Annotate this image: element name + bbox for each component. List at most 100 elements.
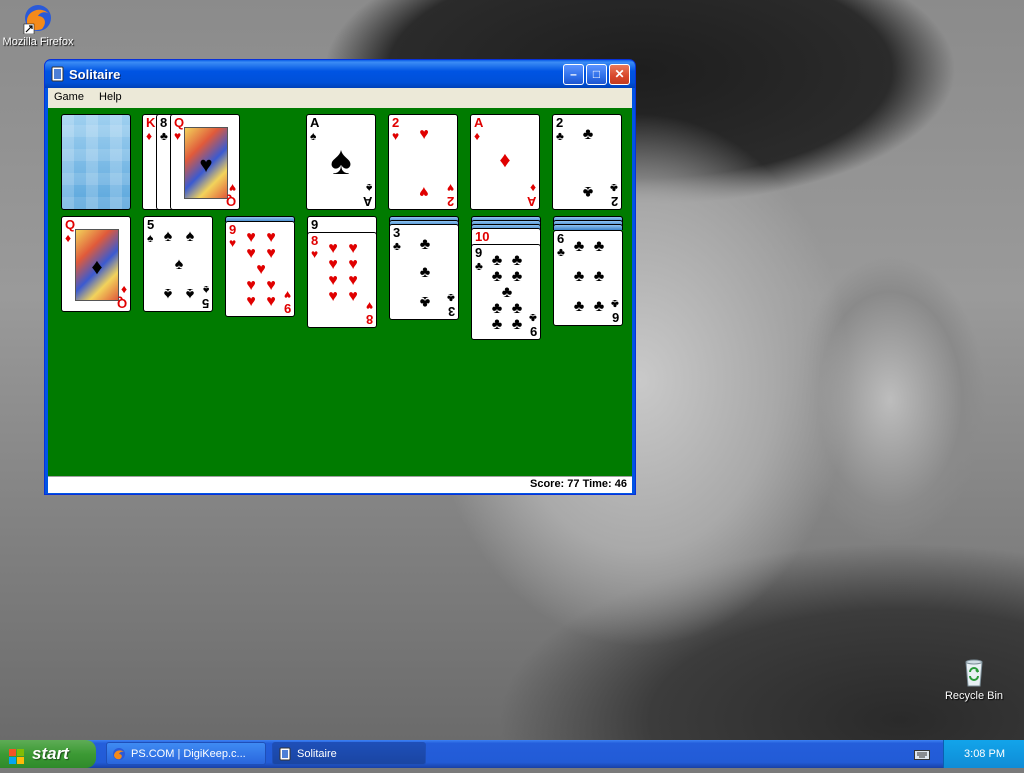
card-suit: ♦ [65, 231, 72, 245]
card-pips: ♠ ♠ ♠ ♠ ♠ [163, 228, 195, 303]
spade-pip-icon: ♠ [330, 139, 352, 183]
card-rank: K [146, 115, 156, 130]
card-rank-bottom: A [362, 194, 372, 209]
desktop-icon-label: Mozilla Firefox [2, 36, 74, 48]
system-tray: 3:08 PM [943, 740, 1024, 768]
card-suit: ♣ [160, 129, 168, 143]
card-rank: 6 [557, 231, 565, 246]
tableau-2-five-spades[interactable]: 5 ♠ ♠ ♠ ♠ ♠ ♠ 5 ♠ [143, 216, 213, 312]
card-rank-bottom: 2 [446, 194, 454, 209]
card-pips: ♣ ♣ [582, 126, 594, 201]
card-suit: ♥ [229, 236, 237, 250]
card-suit-bottom: ♠ [202, 283, 209, 297]
card-suit: ♠ [147, 231, 154, 245]
menu-game[interactable]: Game [48, 88, 90, 106]
window-title: Solitaire [69, 67, 121, 82]
title-bar[interactable]: Solitaire – □ ✕ [45, 60, 635, 88]
card-rank: A [310, 115, 320, 130]
card-suit-bottom: ♣ [611, 297, 619, 311]
tableau-4-eight-hearts[interactable]: 8 ♥ ♥ ♥ ♥ ♥ ♥ ♥ ♥ ♥ 8 ♥ [307, 232, 377, 328]
card-suit: ♥ [311, 247, 319, 261]
card-rank-bottom: A [526, 194, 536, 209]
tableau-7-six-clubs[interactable]: 6 ♣ ♣ ♣ ♣ ♣ ♣ ♣ 6 ♣ [553, 230, 623, 326]
solitaire-icon [278, 747, 292, 761]
solitaire-window: Solitaire – □ ✕ Game Help K ♦ 8 ♣ Q ♥ ♥ … [44, 59, 636, 495]
score-time-status: Score: 77 Time: 46 [529, 478, 627, 490]
card-suit-bottom: ♥ [446, 181, 454, 195]
card-suit-bottom: ♦ [120, 283, 127, 297]
firefox-icon [22, 2, 54, 35]
diamond-pip-icon: ♦ [499, 147, 511, 172]
card-rank: 9 [311, 217, 319, 232]
card-rank: 9 [475, 245, 483, 260]
menu-bar: Game Help [48, 88, 632, 108]
taskbar: start PS.COM | DigiKeep.c... Solitaire 3… [0, 740, 1024, 768]
card-rank: 2 [556, 115, 564, 130]
desktop-icon-label: Recycle Bin [944, 690, 1004, 702]
card-rank-bottom: Q [225, 194, 236, 209]
foundation-spades[interactable]: A ♠ ♠ A ♠ [306, 114, 376, 210]
tableau-6-nine-clubs[interactable]: 9 ♣ ♣ ♣ ♣ ♣ ♣ ♣ ♣ ♣ ♣ 9 ♣ [471, 244, 541, 340]
card-rank: A [474, 115, 484, 130]
queen-face-art: ♥ [184, 127, 228, 199]
card-suit-bottom: ♥ [365, 299, 373, 313]
desktop-icon-firefox[interactable]: Mozilla Firefox [0, 2, 78, 48]
maximize-icon: □ [592, 67, 601, 81]
card-pips: ♥ ♥ ♥ ♥ ♥ ♥ ♥ ♥ [328, 240, 358, 305]
card-rank: 10 [475, 229, 490, 244]
waste-card-queen-hearts[interactable]: Q ♥ ♥ Q ♥ [170, 114, 240, 210]
card-rank-bottom: 9 [283, 301, 291, 316]
status-bar: Score: 77 Time: 46 [48, 476, 632, 493]
firefox-icon [112, 747, 126, 761]
foundation-hearts[interactable]: 2 ♥ ♥ ♥ 2 ♥ [388, 114, 458, 210]
card-rank: 2 [392, 115, 400, 130]
start-button[interactable]: start [0, 740, 96, 768]
tableau-5-three-clubs[interactable]: 3 ♣ ♣ ♣ ♣ 3 ♣ [389, 224, 459, 320]
card-rank-bottom: 9 [529, 324, 537, 339]
solitaire-icon [51, 66, 65, 82]
maximize-button[interactable]: □ [586, 64, 607, 85]
card-rank: 9 [229, 222, 237, 237]
keyboard-icon[interactable] [914, 748, 930, 760]
clock[interactable]: 3:08 PM [964, 748, 1005, 760]
card-rank: 8 [160, 115, 168, 130]
minimize-button[interactable]: – [563, 64, 584, 85]
menu-help[interactable]: Help [93, 88, 128, 106]
card-rank: Q [65, 217, 76, 232]
taskbar-button-firefox[interactable]: PS.COM | DigiKeep.c... [106, 742, 266, 765]
card-pips: ♣ ♣ ♣ ♣ ♣ ♣ [573, 238, 605, 315]
close-icon: ✕ [614, 67, 625, 81]
windows-logo-icon [9, 746, 25, 764]
tableau-1-queen-diamonds[interactable]: Q ♦ ♦ Q ♦ [61, 216, 131, 312]
desktop-icon-recycle-bin[interactable]: Recycle Bin [934, 656, 1014, 702]
foundation-diamonds[interactable]: A ♦ ♦ A ♦ [470, 114, 540, 210]
start-label: start [32, 744, 69, 763]
minimize-icon: – [570, 67, 577, 81]
card-suit: ♣ [393, 239, 401, 253]
card-suit-bottom: ♣ [610, 181, 618, 195]
card-suit: ♦ [474, 129, 481, 143]
game-table: K ♦ 8 ♣ Q ♥ ♥ Q ♥ A ♠ ♠ A ♠ 2 ♥ ♥ ♥ 2 ♥ … [48, 108, 632, 476]
card-suit: ♣ [556, 129, 564, 143]
queen-face-art: ♦ [75, 229, 119, 301]
close-button[interactable]: ✕ [609, 64, 630, 85]
card-rank: 5 [147, 217, 155, 232]
stock-pile[interactable] [61, 114, 131, 210]
foundation-clubs[interactable]: 2 ♣ ♣ ♣ 2 ♣ [552, 114, 622, 210]
taskbar-button-label: Solitaire [297, 748, 337, 760]
tableau-3-nine-hearts[interactable]: 9 ♥ ♥ ♥ ♥ ♥ ♥ ♥ ♥ ♥ ♥ 9 ♥ [225, 221, 295, 317]
card-rank-bottom: Q [116, 296, 127, 311]
card-suit-bottom: ♥ [283, 288, 291, 302]
card-suit-bottom: ♦ [529, 181, 536, 195]
taskbar-button-solitaire[interactable]: Solitaire [272, 742, 426, 765]
card-suit-bottom: ♠ [365, 181, 372, 195]
card-pips: ♥ ♥ [419, 126, 429, 201]
card-suit: ♣ [557, 245, 565, 259]
card-suit-bottom: ♣ [447, 291, 455, 305]
card-pips: ♣ ♣ ♣ ♣ ♣ ♣ ♣ ♣ ♣ [491, 252, 523, 333]
card-suit-bottom: ♥ [228, 181, 236, 195]
card-pips: ♣ ♣ ♣ [419, 236, 431, 311]
taskbar-button-label: PS.COM | DigiKeep.c... [131, 748, 246, 760]
card-suit: ♦ [146, 129, 153, 143]
card-rank-bottom: 2 [610, 194, 618, 209]
